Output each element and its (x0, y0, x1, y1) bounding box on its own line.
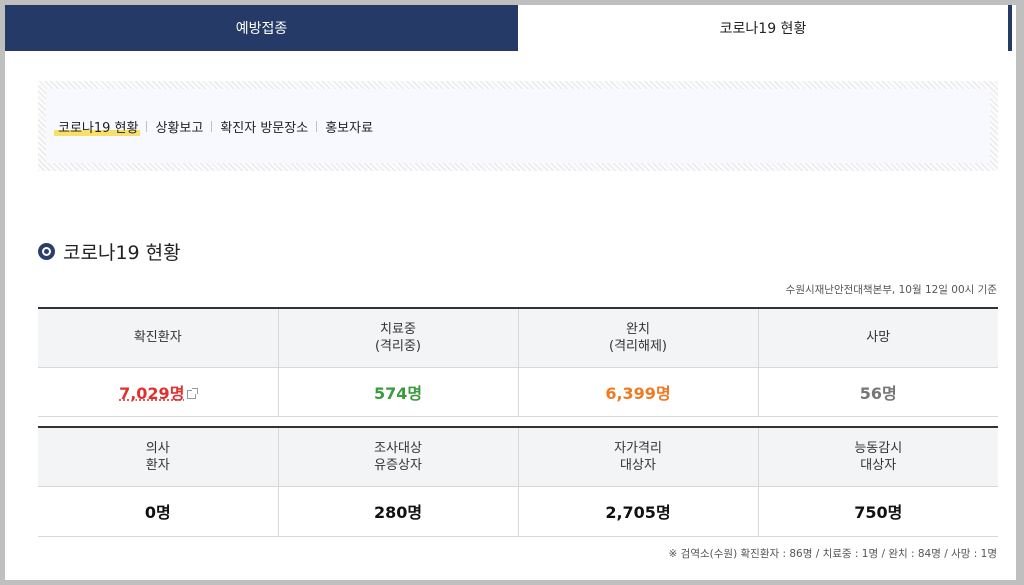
header-confirmed: 확진환자 (38, 308, 278, 368)
subnav-item-situation-report[interactable]: 상황보고 (155, 117, 203, 136)
divider (316, 120, 318, 132)
value-deaths: 56명 (757, 367, 998, 417)
divider (211, 120, 213, 132)
table-header-row: 의사 환자 조사대상 유증상자 자가격리 대상자 능동감시 대상자 (38, 427, 998, 487)
confirmed-count-link[interactable]: 7,029명 (119, 384, 184, 403)
data-basis-note: 수원시재난안전대책본부, 10월 12일 00시 기준 (785, 284, 997, 296)
value-under-investigation: 280명 (277, 486, 518, 537)
external-link-icon[interactable] (187, 387, 199, 399)
sub-navigation-inner: 코로나19 현황 상황보고 확진자 방문장소 홍보자료 (46, 89, 990, 163)
status-table-secondary: 의사 환자 조사대상 유증상자 자가격리 대상자 능동감시 대상자 0명 280명 2,… (38, 426, 998, 537)
subnav-item-promo-materials[interactable]: 홍보자료 (325, 117, 373, 136)
header-under-investigation: 조사대상 유증상자 (277, 427, 518, 487)
value-suspected: 0명 (38, 486, 278, 537)
page-title: 코로나19 현황 (63, 242, 181, 264)
subnav-item-covid-status[interactable]: 코로나19 현황 (53, 117, 141, 136)
header-self-quarantine: 자가격리 대상자 (517, 427, 758, 487)
quarantine-footnote: ※ 검역소(수원) 확진환자 : 86명 / 치료중 : 1명 / 완치 : 8… (668, 548, 997, 560)
header-active-monitoring: 능동감시 대상자 (757, 427, 998, 487)
value-self-quarantine: 2,705명 (517, 486, 758, 537)
section-heading: 코로나19 현황 (38, 238, 181, 265)
subnav-item-visited-places[interactable]: 확진자 방문장소 (220, 117, 308, 136)
tab-vaccination[interactable]: 예방접종 (5, 5, 518, 51)
table-header-row: 확진환자 치료중 (격리중) 완치 (격리해제) 사망 (38, 308, 998, 368)
value-recovered: 6,399명 (517, 367, 758, 417)
sub-navigation: 코로나19 현황 상황보고 확진자 방문장소 홍보자료 (38, 81, 998, 171)
header-treating: 치료중 (격리중) (277, 308, 518, 368)
table-value-row: 0명 280명 2,705명 750명 (38, 486, 998, 537)
divider (146, 120, 148, 132)
value-treating: 574명 (277, 367, 518, 417)
header-recovered: 완치 (격리해제) (517, 308, 758, 368)
status-table-primary: 확진환자 치료중 (격리중) 완치 (격리해제) 사망 7,029명 574명 6,… (38, 307, 998, 417)
table-value-row: 7,029명 574명 6,399명 56명 (38, 367, 998, 417)
page-frame: 예방접종 코로나19 현황 코로나19 현황 상황보고 확진자 방문장소 홍보자… (5, 5, 1016, 580)
value-confirmed-cell: 7,029명 (38, 367, 278, 417)
top-tabs: 예방접종 코로나19 현황 (5, 5, 1016, 51)
tab-covid-status[interactable]: 코로나19 현황 (518, 5, 1012, 51)
header-deaths: 사망 (757, 308, 998, 368)
circle-bullet-icon (38, 243, 55, 260)
value-active-monitoring: 750명 (757, 486, 998, 537)
header-suspected: 의사 환자 (38, 427, 278, 487)
subnav-item-label: 코로나19 현황 (58, 120, 139, 136)
